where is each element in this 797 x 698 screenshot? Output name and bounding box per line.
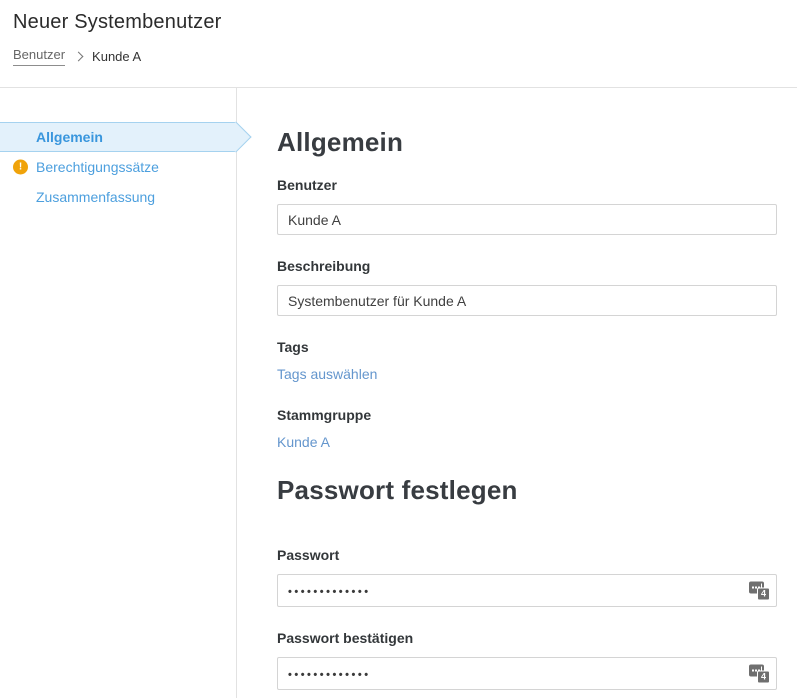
passwort-bestaetigen-label: Passwort bestätigen — [277, 630, 777, 646]
passwort-bestaetigen-input[interactable] — [277, 657, 777, 690]
password-count-badge: 4 — [757, 670, 770, 683]
sidebar-item-label: Berechtigungssätze — [36, 159, 159, 175]
section-heading-allgemein: Allgemein — [277, 127, 797, 157]
stammgruppe-label: Stammgruppe — [277, 407, 777, 423]
stammgruppe-link[interactable]: Kunde A — [277, 434, 330, 451]
passwort-label: Passwort — [277, 547, 777, 563]
sidebar-item-zusammenfassung[interactable]: Zusammenfassung — [0, 182, 236, 212]
new-system-user-page: Neuer Systembenutzer Benutzer Kunde A Al… — [0, 0, 797, 698]
page-title: Neuer Systembenutzer — [13, 11, 797, 34]
benutzer-input[interactable] — [277, 204, 777, 235]
stammgruppe-field: Stammgruppe Kunde A — [277, 407, 777, 452]
benutzer-field: Benutzer — [277, 177, 777, 235]
passwort-bestaetigen-input-wrap: 4 — [277, 657, 777, 690]
section-heading-passwort: Passwort festlegen — [277, 475, 797, 505]
passwort-input-wrap: 4 — [277, 574, 777, 607]
password-count-badge: 4 — [757, 587, 770, 600]
beschreibung-label: Beschreibung — [277, 258, 777, 274]
passwort-bestaetigen-field: Passwort bestätigen 4 — [277, 630, 777, 690]
warning-icon: ! — [13, 160, 28, 175]
chevron-right-icon — [74, 52, 84, 62]
tags-label: Tags — [277, 339, 777, 355]
beschreibung-input[interactable] — [277, 285, 777, 316]
sidebar-item-label: Zusammenfassung — [36, 189, 155, 205]
page-body: Allgemein ! Berechtigungssätze Zusammenf… — [0, 88, 797, 698]
benutzer-label: Benutzer — [277, 177, 777, 193]
sidebar-item-berechtigungssaetze[interactable]: ! Berechtigungssätze — [0, 152, 236, 182]
tags-auswaehlen-link[interactable]: Tags auswählen — [277, 366, 377, 383]
breadcrumb: Benutzer Kunde A — [13, 47, 797, 66]
passwort-input[interactable] — [277, 574, 777, 607]
sidebar-item-label: Allgemein — [36, 129, 103, 145]
passwort-field: Passwort 4 — [277, 547, 777, 607]
beschreibung-field: Beschreibung — [277, 258, 777, 316]
breadcrumb-benutzer-link[interactable]: Benutzer — [13, 47, 65, 66]
sidebar-item-allgemein[interactable]: Allgemein — [0, 122, 236, 152]
password-reveal-count-icon[interactable]: 4 — [749, 581, 770, 600]
breadcrumb-current: Kunde A — [92, 49, 141, 64]
tags-field: Tags Tags auswählen — [277, 339, 777, 384]
wizard-steps-sidebar: Allgemein ! Berechtigungssätze Zusammenf… — [0, 88, 237, 698]
form-content: Allgemein Benutzer Beschreibung Tags Tag… — [237, 88, 797, 698]
password-reveal-count-icon[interactable]: 4 — [749, 664, 770, 683]
page-header: Neuer Systembenutzer Benutzer Kunde A — [0, 0, 797, 88]
